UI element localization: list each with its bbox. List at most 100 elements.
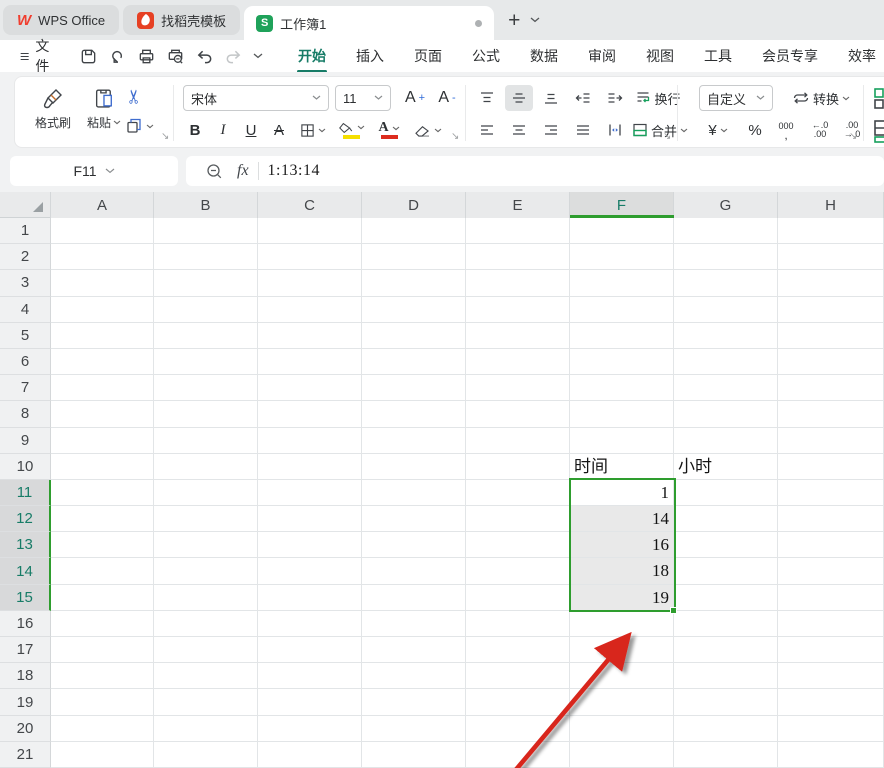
font-group-expand-button[interactable]: ↘: [451, 131, 459, 142]
row-header-10[interactable]: 10: [0, 454, 51, 480]
clipboard-group-expand-button[interactable]: ↘: [161, 131, 169, 142]
ribbon-tab-tools[interactable]: 工具: [702, 40, 734, 72]
undo-button[interactable]: [195, 44, 214, 68]
fill-handle[interactable]: [670, 607, 677, 614]
new-tab-button[interactable]: +: [508, 10, 520, 31]
column-header-E[interactable]: E: [466, 192, 570, 218]
bold-button[interactable]: B: [183, 117, 207, 143]
row-header-15[interactable]: 15: [0, 585, 51, 611]
row-header-14[interactable]: 14: [0, 558, 51, 584]
row-header-12[interactable]: 12: [0, 506, 51, 532]
ribbon-tab-review[interactable]: 审阅: [586, 40, 618, 72]
tab-wps-office[interactable]: W WPS Office: [3, 5, 119, 35]
cut-button[interactable]: ✂: [123, 89, 146, 105]
underline-button[interactable]: U: [239, 117, 263, 143]
ribbon-tab-home[interactable]: 开始: [296, 40, 328, 72]
select-all-corner[interactable]: [0, 192, 51, 218]
italic-button[interactable]: I: [211, 117, 235, 143]
number-group-expand-button[interactable]: ↘: [849, 131, 857, 142]
row-column-button[interactable]: [873, 119, 884, 148]
column-header-A[interactable]: A: [51, 192, 154, 218]
align-right-button[interactable]: [537, 117, 565, 143]
row-header-3[interactable]: 3: [0, 270, 51, 296]
align-left-button[interactable]: [473, 117, 501, 143]
convert-button[interactable]: 转换: [781, 85, 861, 111]
thousands-separator-button[interactable]: 000,: [771, 117, 801, 143]
font-size-select[interactable]: 11: [335, 85, 391, 111]
borders-button[interactable]: [297, 117, 329, 143]
column-header-H[interactable]: H: [778, 192, 884, 218]
clear-button[interactable]: [411, 117, 445, 143]
row-header-6[interactable]: 6: [0, 349, 51, 375]
formula-content[interactable]: 1:13:14: [268, 162, 320, 180]
increase-font-button[interactable]: A+: [401, 85, 429, 111]
ribbon-tab-member[interactable]: 会员专享: [760, 40, 820, 72]
format-painter-button[interactable]: 格式刷: [29, 85, 77, 131]
ribbon-tab-page[interactable]: 页面: [412, 40, 444, 72]
fx-icon[interactable]: fx: [237, 162, 249, 180]
cell-G10[interactable]: 小时: [674, 454, 778, 480]
row-header-21[interactable]: 21: [0, 742, 51, 768]
align-bottom-button[interactable]: [537, 85, 565, 111]
row-header-18[interactable]: 18: [0, 663, 51, 689]
decrease-indent-button[interactable]: [569, 85, 597, 111]
insert-cells-button[interactable]: [873, 87, 884, 114]
row-header-7[interactable]: 7: [0, 375, 51, 401]
zoom-out-icon[interactable]: [206, 163, 223, 180]
row-header-8[interactable]: 8: [0, 401, 51, 427]
merge-cells-button[interactable]: 合并: [631, 117, 689, 143]
row-header-20[interactable]: 20: [0, 716, 51, 742]
redo-button[interactable]: [224, 44, 243, 68]
strikethrough-button[interactable]: A: [267, 117, 291, 143]
row-header-16[interactable]: 16: [0, 611, 51, 637]
tab-docer-template[interactable]: 找稻壳模板: [123, 5, 240, 35]
decrease-decimal-button[interactable]: ←.0.00: [805, 117, 835, 143]
row-header-5[interactable]: 5: [0, 323, 51, 349]
copy-button[interactable]: [125, 117, 154, 135]
number-format-select[interactable]: 自定义: [699, 85, 773, 111]
row-header-19[interactable]: 19: [0, 689, 51, 715]
column-header-D[interactable]: D: [362, 192, 466, 218]
file-menu-button[interactable]: 文件: [20, 36, 54, 76]
ribbon-tab-formulas[interactable]: 公式: [470, 40, 502, 72]
tab-workbook1[interactable]: S 工作簿1: [244, 6, 494, 40]
row-header-11[interactable]: 11: [0, 480, 51, 506]
quickbar-more-chevron-icon[interactable]: [253, 44, 263, 68]
cell-F10[interactable]: 时间: [570, 454, 674, 480]
row-header-17[interactable]: 17: [0, 637, 51, 663]
align-middle-button[interactable]: [505, 85, 533, 111]
align-center-button[interactable]: [505, 117, 533, 143]
ribbon-tab-data[interactable]: 数据: [528, 40, 560, 72]
print-preview-button[interactable]: [166, 44, 185, 68]
row-header-13[interactable]: 13: [0, 532, 51, 558]
alignment-group-expand-button[interactable]: ↘: [663, 131, 671, 142]
name-box[interactable]: F11: [10, 156, 178, 186]
export-button[interactable]: [108, 44, 127, 68]
ribbon-tab-view[interactable]: 视图: [644, 40, 676, 72]
font-name-select[interactable]: 宋体: [183, 85, 329, 111]
ribbon-tab-efficiency[interactable]: 效率: [846, 40, 878, 72]
justify-button[interactable]: [569, 117, 597, 143]
row-header-4[interactable]: 4: [0, 297, 51, 323]
increase-indent-button[interactable]: [601, 85, 629, 111]
paste-button[interactable]: 粘贴: [81, 85, 127, 131]
row-header-2[interactable]: 2: [0, 244, 51, 270]
column-header-C[interactable]: C: [258, 192, 362, 218]
save-button[interactable]: [79, 44, 98, 68]
row-header-1[interactable]: 1: [0, 218, 51, 244]
decrease-font-button[interactable]: A-: [433, 85, 461, 111]
percent-format-button[interactable]: %: [743, 117, 767, 143]
row-header-9[interactable]: 9: [0, 428, 51, 454]
column-header-G[interactable]: G: [674, 192, 778, 218]
align-top-button[interactable]: [473, 85, 501, 111]
sheet-grid[interactable]: ABCDEFGH12345678910111213141516171819202…: [0, 192, 884, 768]
ribbon-tab-insert[interactable]: 插入: [354, 40, 386, 72]
formula-bar[interactable]: fx 1:13:14: [186, 156, 884, 186]
font-color-button[interactable]: A: [373, 117, 405, 143]
column-header-B[interactable]: B: [154, 192, 258, 218]
shrink-to-fit-button[interactable]: [601, 117, 629, 143]
currency-format-button[interactable]: ¥: [701, 117, 735, 143]
fill-color-button[interactable]: [335, 117, 367, 143]
tab-list-chevron-icon[interactable]: [530, 17, 540, 23]
print-button[interactable]: [137, 44, 156, 68]
